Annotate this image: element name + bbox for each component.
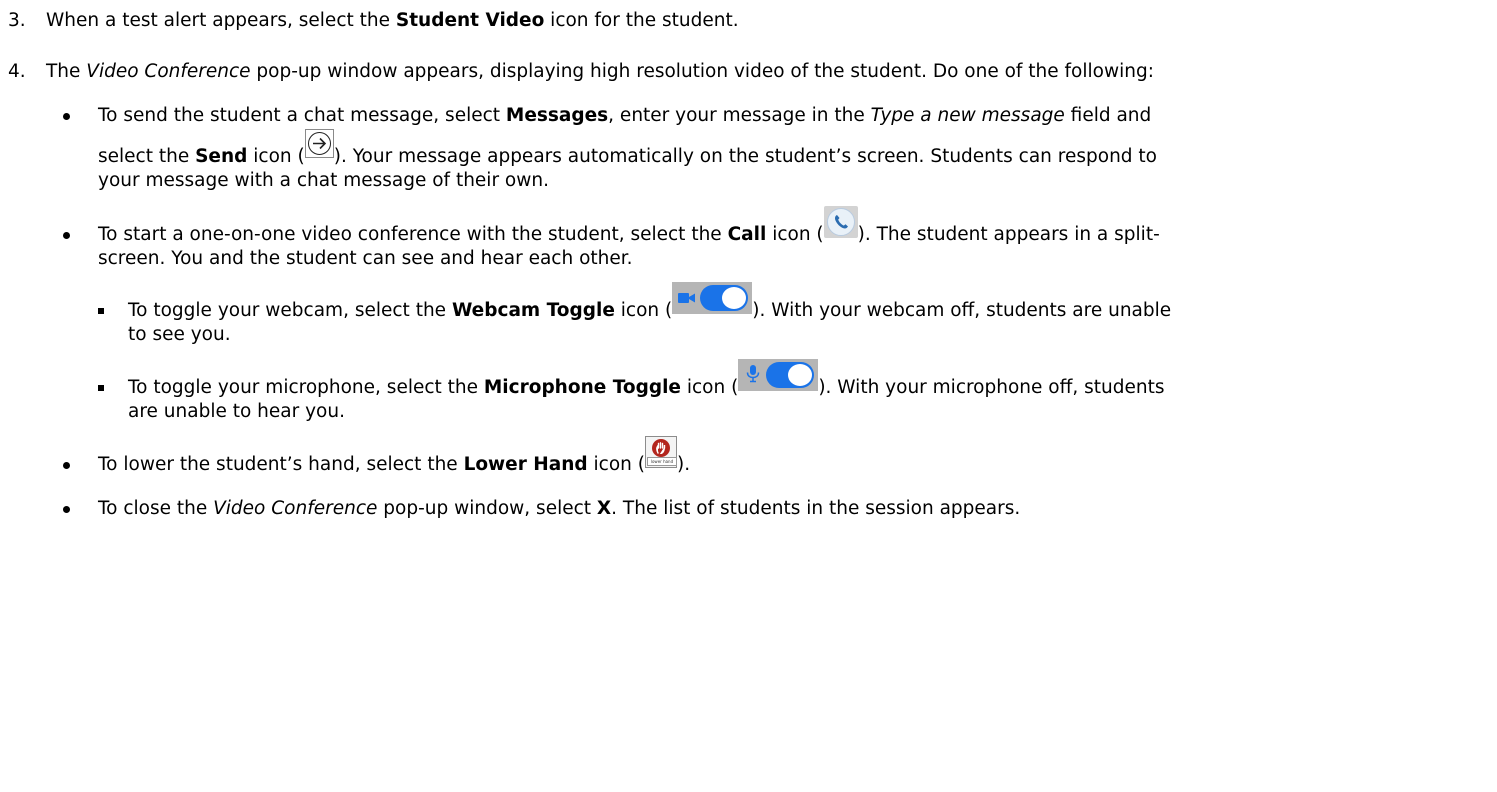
- microphone-toggle-icon: [738, 359, 819, 391]
- student-video-label: Student Video: [395, 10, 545, 31]
- step-4-text: The Video Conference pop-up window appea…: [46, 61, 1154, 82]
- phone-call-icon: [823, 206, 858, 238]
- step-3-number: 3.: [8, 10, 26, 31]
- bullet-messages-line-2: select the Send icon (). Your message ap…: [98, 128, 1157, 169]
- lower-hand-icon: lower hand: [645, 436, 677, 468]
- sub-bullet-microphone-line-2: are unable to hear you.: [128, 401, 345, 422]
- step-3-text: When a test alert appears, select the St…: [46, 10, 739, 31]
- bullet-lower-hand-line: To lower the student’s hand, select the …: [98, 436, 690, 477]
- bullet-messages-line-3: your message with a chat message of thei…: [98, 170, 549, 191]
- square-bullet: [98, 385, 104, 391]
- sub-bullet-microphone-line-1: To toggle your microphone, select the Mi…: [128, 359, 1164, 400]
- bullet-call-line-1: To start a one-on-one video conference w…: [98, 206, 1160, 247]
- step-4-number: 4.: [8, 61, 26, 82]
- webcam-toggle-icon: [672, 282, 753, 314]
- bullet-call-line-2: screen. You and the student can see and …: [98, 248, 633, 269]
- bullet-dot: [63, 113, 70, 120]
- bullet-dot: [63, 506, 70, 513]
- bullet-dot: [63, 232, 70, 239]
- square-bullet: [98, 308, 104, 314]
- sub-bullet-webcam-line-1: To toggle your webcam, select the Webcam…: [128, 282, 1171, 323]
- video-conference-label: Video Conference: [86, 61, 251, 82]
- sub-bullet-webcam-line-2: to see you.: [128, 324, 231, 345]
- send-arrow-icon: [304, 128, 334, 158]
- bullet-messages-line-1: To send the student a chat message, sele…: [98, 105, 1152, 126]
- bullet-close-line: To close the Video Conference pop-up win…: [98, 498, 1021, 519]
- bullet-dot: [63, 462, 70, 469]
